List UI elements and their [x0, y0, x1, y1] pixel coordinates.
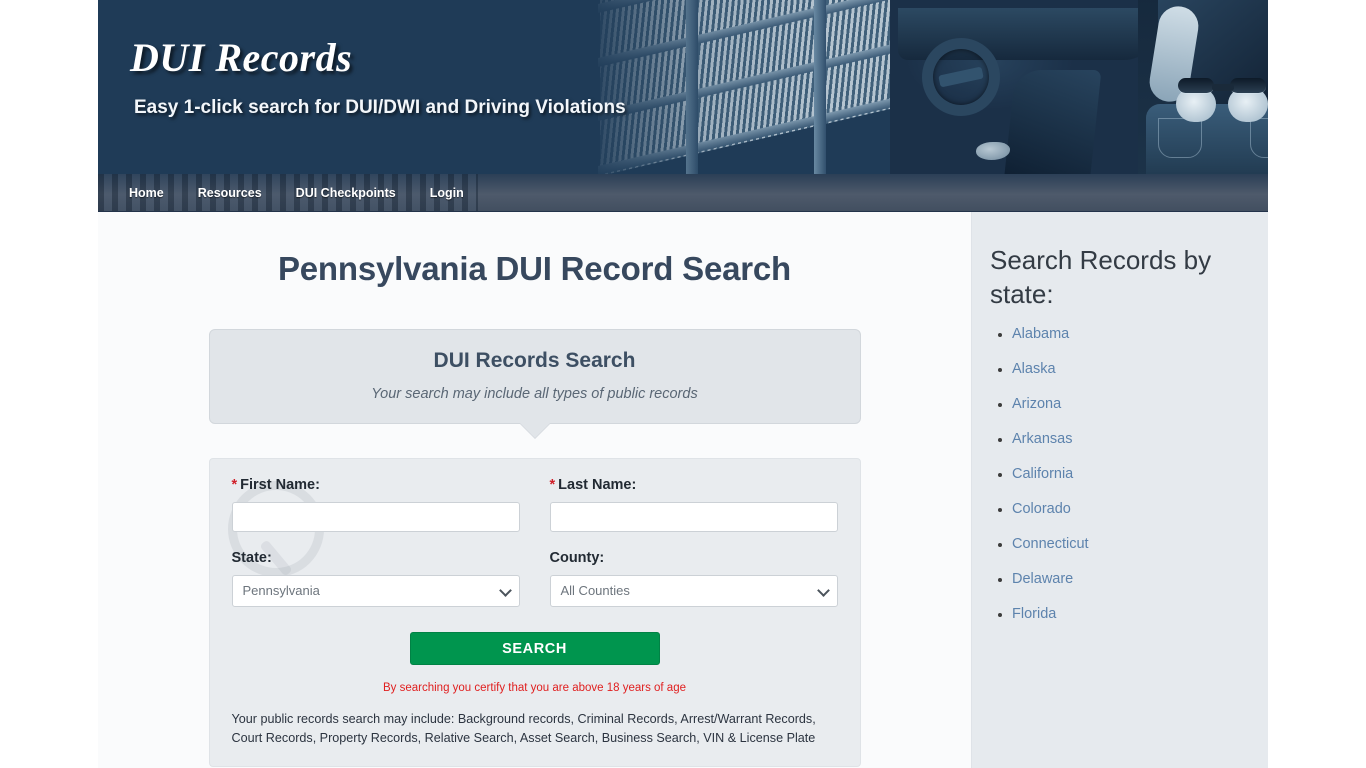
callout-title: DUI Records Search [433, 349, 636, 372]
state-link-colorado[interactable]: Colorado [1012, 501, 1071, 517]
search-button[interactable]: SEARCH [409, 632, 660, 665]
main-content-column: Pennsylvania DUI Record Search DUI Recor… [98, 212, 972, 768]
age-certification-notice: By searching you certify that you are ab… [382, 682, 686, 694]
first-name-field-group: * First Name: [231, 477, 520, 532]
main-navigation: Home Resources DUI Checkpoints Login [98, 174, 1268, 212]
search-callout-box: DUI Records Search Your search may inclu… [208, 329, 861, 438]
state-link-delaware[interactable]: Delaware [1012, 571, 1073, 587]
nav-item-login[interactable]: Login [413, 174, 481, 212]
state-label: State: [231, 550, 272, 566]
callout-pointer-arrow [519, 423, 550, 438]
site-container: DUI Records Easy 1-click search for DUI/… [98, 0, 1268, 768]
state-field-group: State: Pennsylvania [231, 550, 520, 607]
callout-subtitle: Your search may include all types of pub… [371, 386, 698, 402]
nav-item-dui-checkpoints[interactable]: DUI Checkpoints [279, 174, 413, 212]
county-label: County: [549, 550, 605, 566]
last-name-input[interactable] [549, 502, 838, 532]
state-link-alabama[interactable]: Alabama [1012, 326, 1069, 342]
state-links-list: Alabama Alaska Arizona Arkansas Californ… [990, 326, 1268, 622]
nav-item-resources[interactable]: Resources [181, 174, 279, 212]
first-name-input[interactable] [231, 502, 520, 532]
state-select-wrap: Pennsylvania [231, 575, 520, 607]
nav-item-home[interactable]: Home [112, 174, 181, 212]
form-row-names: * First Name: * Last Name: [231, 477, 838, 532]
county-field-group: County: All Counties [549, 550, 838, 607]
county-select[interactable]: All Counties [549, 575, 838, 607]
records-disclaimer-text: Your public records search may include: … [231, 712, 816, 746]
state-link-california[interactable]: California [1012, 466, 1073, 482]
site-header: DUI Records Easy 1-click search for DUI/… [98, 0, 1268, 174]
first-name-label: * First Name: [232, 477, 520, 493]
page-body: Pennsylvania DUI Record Search DUI Recor… [98, 212, 1268, 768]
header-text-block: DUI Records Easy 1-click search for DUI/… [130, 34, 626, 119]
county-select-wrap: All Counties [549, 575, 838, 607]
page-title: Pennsylvania DUI Record Search [277, 250, 792, 287]
required-marker: * [549, 477, 556, 493]
state-link-connecticut[interactable]: Connecticut [1012, 536, 1089, 552]
list-item: Connecticut [998, 536, 1268, 552]
state-link-arizona[interactable]: Arizona [1012, 396, 1061, 412]
list-item: Alaska [998, 361, 1268, 377]
site-logo-title: DUI Records [130, 35, 353, 80]
required-marker: * [231, 477, 238, 493]
sidebar-title: Search Records by state: [990, 245, 1212, 309]
state-link-alaska[interactable]: Alaska [1012, 361, 1056, 377]
list-item: California [998, 466, 1268, 482]
list-item: Alabama [998, 326, 1268, 342]
list-item: Florida [998, 606, 1268, 622]
state-sidebar: Search Records by state: Alabama Alaska … [972, 212, 1268, 768]
list-item: Arkansas [998, 431, 1268, 447]
last-name-field-group: * Last Name: [549, 477, 838, 532]
list-item: Delaware [998, 571, 1268, 587]
site-tagline: Easy 1-click search for DUI/DWI and Driv… [134, 97, 626, 118]
last-name-label-text: Last Name: [558, 477, 637, 493]
list-item: Arizona [998, 396, 1268, 412]
last-name-label: * Last Name: [550, 477, 838, 493]
first-name-label-text: First Name: [240, 477, 320, 493]
state-select[interactable]: Pennsylvania [231, 575, 520, 607]
dui-search-form: * First Name: * Last Name: State: Pennsylv… [208, 458, 861, 768]
list-item: Colorado [998, 501, 1268, 517]
form-row-location: State: Pennsylvania County: All Counties [231, 550, 838, 607]
state-link-arkansas[interactable]: Arkansas [1012, 431, 1072, 447]
state-link-florida[interactable]: Florida [1012, 606, 1056, 622]
